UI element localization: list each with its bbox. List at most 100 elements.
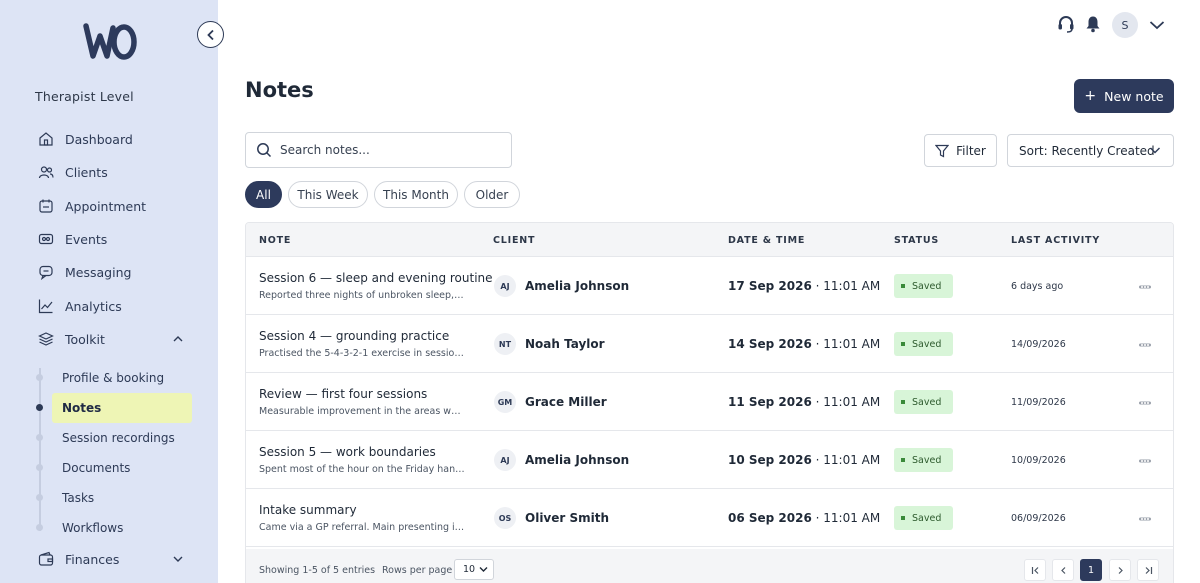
table-row[interactable]: Session 4 — grounding practice Practised… xyxy=(246,315,1173,373)
table-footer: Showing 1-5 of 5 entries Rows per page 1… xyxy=(246,549,1173,583)
more-options-icon[interactable] xyxy=(1139,516,1151,522)
rows-per-page-label: Rows per page xyxy=(382,565,453,576)
note-preview: Spent most of the hour on the Friday han… xyxy=(259,464,466,475)
note-preview: Measurable improvement in the areas we s… xyxy=(259,406,466,417)
client-name[interactable]: Amelia Johnson xyxy=(525,279,629,293)
table-header: NOTE CLIENT DATE & TIME STATUS LAST ACTI… xyxy=(246,223,1173,257)
sidebar-item-messaging[interactable]: Messaging xyxy=(38,260,188,284)
first-page-icon xyxy=(1031,566,1038,574)
sidebar: Therapist Level Dashboard Clients Appoin… xyxy=(0,0,218,583)
more-options-icon[interactable] xyxy=(1139,342,1151,348)
note-title[interactable]: Review — first four sessions xyxy=(259,387,427,401)
rows-per-page-select[interactable]: 10 xyxy=(454,559,494,580)
table-row[interactable]: Session 6 — sleep and evening routine Re… xyxy=(246,257,1173,315)
tab-older[interactable]: Older xyxy=(464,181,520,208)
sidebar-subitem-profile-booking[interactable]: Profile & booking xyxy=(52,363,192,393)
column-header-client[interactable]: CLIENT xyxy=(493,235,535,246)
note-title[interactable]: Intake summary xyxy=(259,503,357,517)
sidebar-item-label: Dashboard xyxy=(65,131,133,147)
wallet-icon xyxy=(38,551,54,567)
client-initials-badge: AJ xyxy=(494,449,516,471)
note-title[interactable]: Session 4 — grounding practice xyxy=(259,329,449,343)
first-page-button[interactable] xyxy=(1024,559,1046,581)
tree-dot xyxy=(36,524,43,531)
search-input[interactable] xyxy=(280,143,490,157)
sidebar-subitem-notes[interactable]: Notes xyxy=(52,393,192,423)
sidebar-item-label: Clients xyxy=(65,164,108,180)
client-name[interactable]: Oliver Smith xyxy=(525,511,609,525)
date: 10 Sep 2026 xyxy=(728,453,812,467)
home-icon xyxy=(38,131,54,147)
sort-label: Sort: Recently Created xyxy=(1019,143,1155,158)
tree-line xyxy=(39,368,41,531)
date-time: 06 Sep 2026 · 11:01 AM xyxy=(728,511,881,525)
sidebar-item-dashboard[interactable]: Dashboard xyxy=(38,127,188,151)
tab-this-month[interactable]: This Month xyxy=(374,181,458,208)
sidebar-subitem-workflows[interactable]: Workflows xyxy=(52,513,192,543)
sidebar-item-label: Events xyxy=(65,231,108,247)
next-page-button[interactable] xyxy=(1109,559,1131,581)
date-time: 14 Sep 2026 · 11:01 AM xyxy=(728,337,881,351)
sidebar-subitem-session-recordings[interactable]: Session recordings xyxy=(52,423,192,453)
sidebar-item-events[interactable]: Events xyxy=(38,227,188,251)
more-options-icon[interactable] xyxy=(1139,458,1151,464)
note-title[interactable]: Session 5 — work boundaries xyxy=(259,445,436,459)
last-activity: 6 days ago xyxy=(1011,281,1064,292)
filter-button[interactable]: Filter xyxy=(924,134,997,167)
client-name[interactable]: Amelia Johnson xyxy=(525,453,629,467)
tab-all[interactable]: All xyxy=(245,181,282,208)
sidebar-item-clients[interactable]: Clients xyxy=(38,160,188,184)
table-row[interactable]: Intake summary Came via a GP referral. M… xyxy=(246,489,1173,547)
column-header-date-time[interactable]: DATE & TIME xyxy=(728,235,805,246)
chevron-down-icon[interactable] xyxy=(172,553,184,565)
client-initials-badge: NT xyxy=(494,333,516,355)
note-preview: Reported three nights of unbroken sleep,… xyxy=(259,290,466,301)
chevron-left-icon xyxy=(1060,566,1065,574)
status-badge: Saved xyxy=(894,448,953,472)
time: 11:01 AM xyxy=(823,395,881,409)
status-badge: Saved xyxy=(894,274,953,298)
sidebar-item-label: Toolkit xyxy=(65,331,105,347)
sidebar-subitem-tasks[interactable]: Tasks xyxy=(52,483,192,513)
client-name[interactable]: Grace Miller xyxy=(525,395,607,409)
note-title[interactable]: Session 6 — sleep and evening routine xyxy=(259,271,493,285)
column-header-last-activity[interactable]: LAST ACTIVITY xyxy=(1011,235,1100,246)
date-time: 17 Sep 2026 · 11:01 AM xyxy=(728,279,881,293)
tab-this-week[interactable]: This Week xyxy=(288,181,368,208)
date-time: 10 Sep 2026 · 11:01 AM xyxy=(728,453,881,467)
table-row[interactable]: Session 5 — work boundaries Spent most o… xyxy=(246,431,1173,489)
support-headset-icon[interactable] xyxy=(1056,14,1076,34)
entries-count: Showing 1-5 of 5 entries xyxy=(259,565,376,576)
avatar[interactable]: S xyxy=(1112,12,1138,38)
collapse-sidebar-button[interactable] xyxy=(197,21,224,48)
status-badge: Saved xyxy=(894,390,953,414)
chevron-up-icon[interactable] xyxy=(172,333,184,345)
more-options-icon[interactable] xyxy=(1139,284,1151,290)
status-badge: Saved xyxy=(894,506,953,530)
table-row[interactable]: Review — first four sessions Measurable … xyxy=(246,373,1173,431)
chevron-left-icon xyxy=(206,29,214,40)
sidebar-item-finances[interactable]: Finances xyxy=(38,547,188,571)
last-page-button[interactable] xyxy=(1137,559,1159,581)
users-icon xyxy=(38,164,54,180)
sidebar-subitem-documents[interactable]: Documents xyxy=(52,453,192,483)
sidebar-item-analytics[interactable]: Analytics xyxy=(38,294,188,318)
note-preview: Came via a GP referral. Main presenting … xyxy=(259,522,466,533)
wo-logo[interactable] xyxy=(82,22,138,62)
bell-icon[interactable] xyxy=(1084,14,1102,34)
last-activity: 06/09/2026 xyxy=(1011,513,1066,524)
column-header-note[interactable]: NOTE xyxy=(259,235,291,246)
page-number-button[interactable]: 1 xyxy=(1080,559,1102,581)
sidebar-item-toolkit[interactable]: Toolkit xyxy=(38,327,188,351)
column-header-status[interactable]: STATUS xyxy=(894,235,939,246)
sidebar-item-label: Appointment xyxy=(65,198,147,214)
sort-dropdown[interactable]: Sort: Recently Created xyxy=(1007,134,1174,167)
sidebar-item-appointment[interactable]: Appointment xyxy=(38,194,188,218)
account-chevron-down-icon[interactable] xyxy=(1148,17,1166,33)
more-options-icon[interactable] xyxy=(1139,400,1151,406)
chevron-right-icon xyxy=(1118,566,1123,574)
previous-page-button[interactable] xyxy=(1052,559,1074,581)
time: 11:01 AM xyxy=(823,279,881,293)
new-note-button[interactable]: + New note xyxy=(1074,79,1174,113)
client-name[interactable]: Noah Taylor xyxy=(525,337,605,351)
